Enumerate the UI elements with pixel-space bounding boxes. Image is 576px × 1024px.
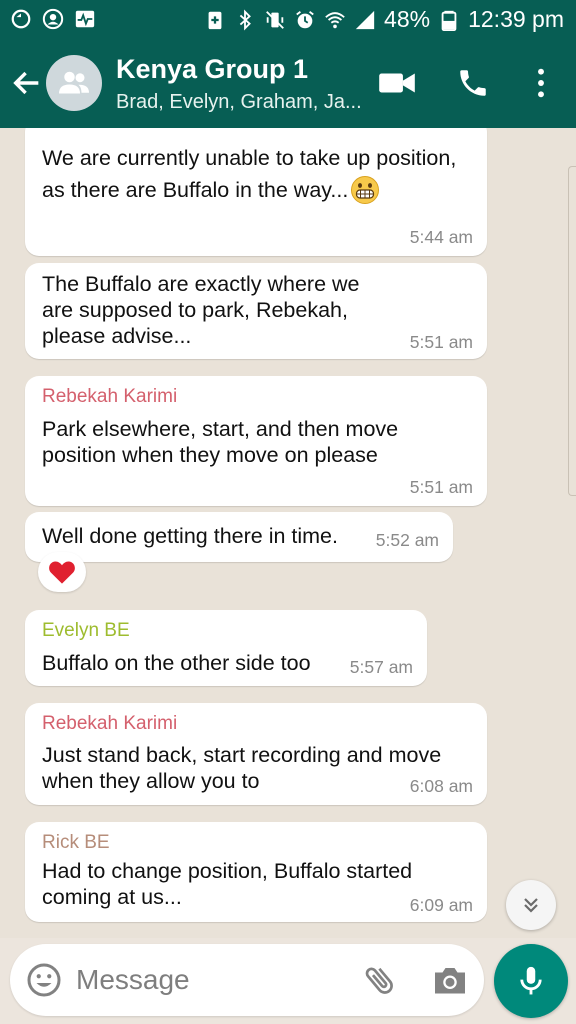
grimacing-face-icon [351,176,380,204]
compose-bar [10,944,484,1016]
red-heart-icon [49,561,75,584]
message-line: Park elsewhere, start, and then move [42,417,399,441]
message-time: 5:52 am [375,530,439,550]
message-text: Well done getting there in time. [42,524,338,548]
group-icon [59,71,89,94]
message-bubble[interactable]: Rick BE Had to change position, Buffalo … [25,822,487,922]
scroll-to-bottom-button[interactable] [506,880,556,930]
sync-icon [10,8,32,30]
account-icon [42,8,64,30]
more-vert-icon [538,68,544,98]
message-line: as there are Buffalo in the way... [42,178,349,202]
message-line: are supposed to park, Rebekah, [42,298,348,322]
status-right: 48% 12:39 pm [204,6,564,33]
paperclip-icon [365,967,393,994]
message-time: 5:44 am [409,227,473,247]
overflow-menu-button[interactable] [526,66,556,100]
back-button[interactable] [10,66,44,100]
reaction-badge[interactable] [38,552,86,592]
double-chevron-down-icon [524,898,538,913]
sender-name[interactable]: Rick BE [42,832,110,854]
chat-participants[interactable]: Brad, Evelyn, Graham, Ja... [116,91,362,114]
message-list[interactable]: We are currently unable to take up posit… [0,128,576,938]
message-input[interactable] [76,956,346,1004]
message-bubble[interactable]: Well done getting there in time. 5:52 am [25,512,453,562]
message-text: Buffalo on the other side too [42,651,311,675]
chat-header: Kenya Group 1 Brad, Evelyn, Graham, Ja..… [0,40,576,128]
emoji-icon [27,963,61,997]
sender-name[interactable]: Rebekah Karimi [42,386,177,408]
status-bar: 48% 12:39 pm [0,0,576,40]
message-bubble[interactable]: We are currently unable to take up posit… [25,128,487,256]
chat-title[interactable]: Kenya Group 1 [116,54,308,85]
message-line: The Buffalo are exactly where we [42,272,360,296]
wifi-icon [324,9,346,31]
message-line: We are currently unable to take up posit… [42,146,457,170]
vibrate-mute-icon [264,9,286,31]
message-time: 6:09 am [409,895,473,915]
clock: 12:39 pm [468,6,564,32]
message-time: 6:08 am [409,776,473,796]
message-time: 5:51 am [409,477,473,497]
signal-icon [354,9,376,31]
scrollbar[interactable] [568,166,576,496]
emoji-button[interactable] [26,962,62,998]
group-avatar[interactable] [46,55,102,111]
microphone-icon [520,966,542,995]
message-line: Just stand back, start recording and mov… [42,743,442,767]
message-bubble[interactable]: The Buffalo are exactly where we are sup… [25,263,487,359]
status-left-icons [10,8,96,30]
message-line: position when they move on please [42,443,378,467]
battery-icon [438,9,460,31]
message-text: We are currently unable to take up posit… [42,142,482,206]
message-bubble[interactable]: Evelyn BE Buffalo on the other side too … [25,610,427,686]
voice-message-button[interactable] [494,944,568,1018]
video-camera-icon [379,73,415,93]
alarm-icon [294,9,316,31]
message-time: 5:51 am [409,332,473,352]
message-bubble[interactable]: Rebekah Karimi Just stand back, start re… [25,703,487,805]
message-text: The Buffalo are exactly where we are sup… [42,271,422,349]
battery-saver-icon [204,9,226,31]
arrow-left-icon [13,71,39,95]
voice-call-button[interactable] [456,66,490,100]
phone-icon [460,70,486,96]
message-line: Had to change position, Buffalo started [42,859,413,883]
message-line: please advise... [42,324,192,348]
sender-name[interactable]: Evelyn BE [42,620,130,642]
bluetooth-icon [234,9,256,31]
attach-button[interactable] [362,962,398,998]
sender-name[interactable]: Rebekah Karimi [42,713,177,735]
camera-icon [435,968,465,994]
camera-button[interactable] [432,963,468,997]
video-call-button[interactable] [378,68,416,98]
message-bubble[interactable]: Rebekah Karimi Park elsewhere, start, an… [25,376,487,506]
message-line-with-emoji: as there are Buffalo in the way... [42,174,482,206]
activity-icon [74,8,96,30]
message-text: Park elsewhere, start, and then move pos… [42,416,482,468]
battery-percent: 48% [384,6,431,32]
message-time: 5:57 am [349,657,413,677]
